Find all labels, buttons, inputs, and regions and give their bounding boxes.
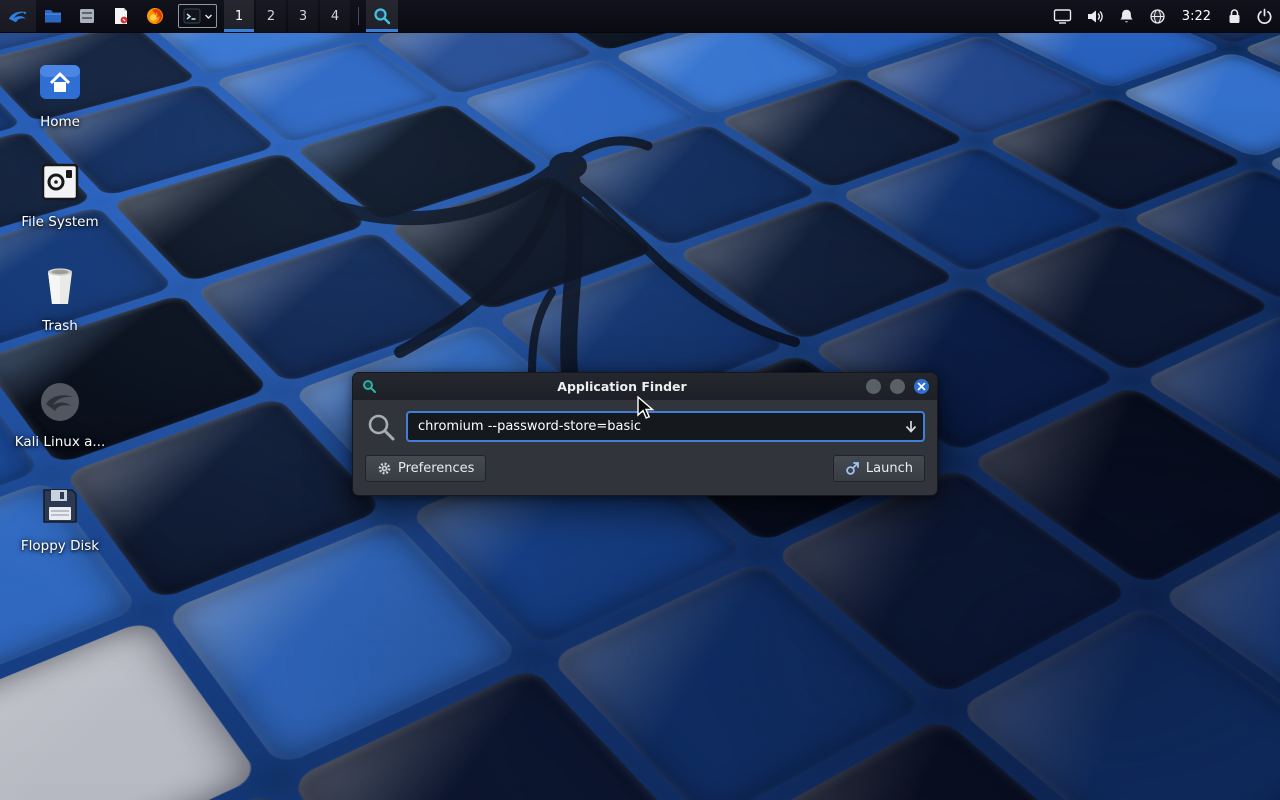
drawer-icon (77, 6, 97, 26)
kali-docs-icon (38, 380, 82, 424)
application-finder-window: Application Finder (352, 372, 938, 496)
launch-button[interactable]: Launch (833, 455, 925, 482)
command-input[interactable] (406, 411, 925, 442)
gear-icon (377, 461, 392, 476)
workspace-2[interactable]: 2 (256, 0, 286, 32)
power-tray-button[interactable] (1249, 0, 1280, 32)
network-tray-button[interactable] (1142, 0, 1173, 32)
desktop-icon-label: Floppy Disk (21, 538, 99, 554)
dropdown-arrow-icon[interactable] (904, 419, 918, 434)
floppy-icon (39, 485, 81, 527)
terminal-icon (182, 6, 202, 26)
volume-tray-button[interactable] (1079, 0, 1111, 32)
notifications-tray-button[interactable] (1111, 0, 1142, 32)
desktop-icon-file-system[interactable]: File System (12, 158, 108, 230)
screen: 1 2 3 4 (0, 0, 1280, 800)
text-editor-launcher[interactable] (104, 0, 138, 32)
maximize-button[interactable] (890, 379, 905, 394)
preferences-label: Preferences (398, 461, 474, 476)
launch-icon (845, 461, 860, 476)
workspace-3[interactable]: 3 (288, 0, 318, 32)
desktop-icon-home[interactable]: Home (12, 58, 108, 130)
workspace-2-label: 2 (267, 9, 275, 24)
lock-icon (1227, 8, 1242, 25)
clock[interactable]: 3:22 (1173, 0, 1220, 32)
desktop-icon-label: Kali Linux a... (15, 434, 106, 450)
clock-text: 3:22 (1182, 9, 1211, 24)
workspace-1-label: 1 (235, 9, 243, 24)
folder-icon (43, 6, 63, 26)
panel-spacer (398, 0, 1046, 32)
bell-icon (1118, 8, 1135, 25)
close-button[interactable] (914, 379, 929, 394)
close-icon (917, 382, 926, 391)
lock-tray-button[interactable] (1220, 0, 1249, 32)
archive-manager-launcher[interactable] (70, 0, 104, 32)
document-edit-icon (111, 6, 131, 26)
taskbar-application-finder[interactable] (366, 0, 398, 32)
system-tray: 3:22 (1046, 0, 1280, 32)
display-icon (1053, 8, 1072, 25)
firefox-icon (145, 6, 165, 26)
terminal-launcher[interactable] (178, 4, 217, 28)
kali-menu-button[interactable] (0, 0, 36, 32)
volume-icon (1086, 8, 1104, 25)
panel-separator (358, 7, 359, 25)
desktop-icon-floppy-disk[interactable]: Floppy Disk (12, 482, 108, 554)
filesystem-icon (39, 161, 81, 203)
workspace-3-label: 3 (299, 9, 307, 24)
display-tray-button[interactable] (1046, 0, 1079, 32)
window-title: Application Finder (378, 379, 866, 394)
desktop-icon-label: Trash (42, 318, 78, 334)
network-globe-icon (1149, 8, 1166, 25)
power-icon (1256, 8, 1273, 25)
mouse-cursor (636, 396, 656, 420)
top-panel: 1 2 3 4 (0, 0, 1280, 33)
workspace-4[interactable]: 4 (320, 0, 350, 32)
window-app-icon (362, 379, 377, 394)
minimize-button[interactable] (866, 379, 881, 394)
preferences-button[interactable]: Preferences (365, 455, 486, 482)
kali-logo-icon (7, 4, 29, 28)
magnifier-icon (373, 7, 391, 25)
workspace-1[interactable]: 1 (224, 0, 254, 32)
home-icon (38, 61, 82, 103)
firefox-launcher[interactable] (138, 0, 172, 32)
desktop-icon-trash[interactable]: Trash (12, 262, 108, 334)
launch-label: Launch (866, 461, 913, 476)
desktop-icon-label: Home (40, 114, 80, 130)
desktop-icon-kali-docs[interactable]: Kali Linux a... (12, 378, 108, 450)
search-icon (366, 412, 396, 442)
chevron-down-icon (204, 12, 213, 21)
file-manager-launcher[interactable] (36, 0, 70, 32)
trash-icon (40, 264, 80, 308)
workspace-4-label: 4 (331, 9, 339, 24)
desktop-icon-label: File System (21, 214, 98, 230)
